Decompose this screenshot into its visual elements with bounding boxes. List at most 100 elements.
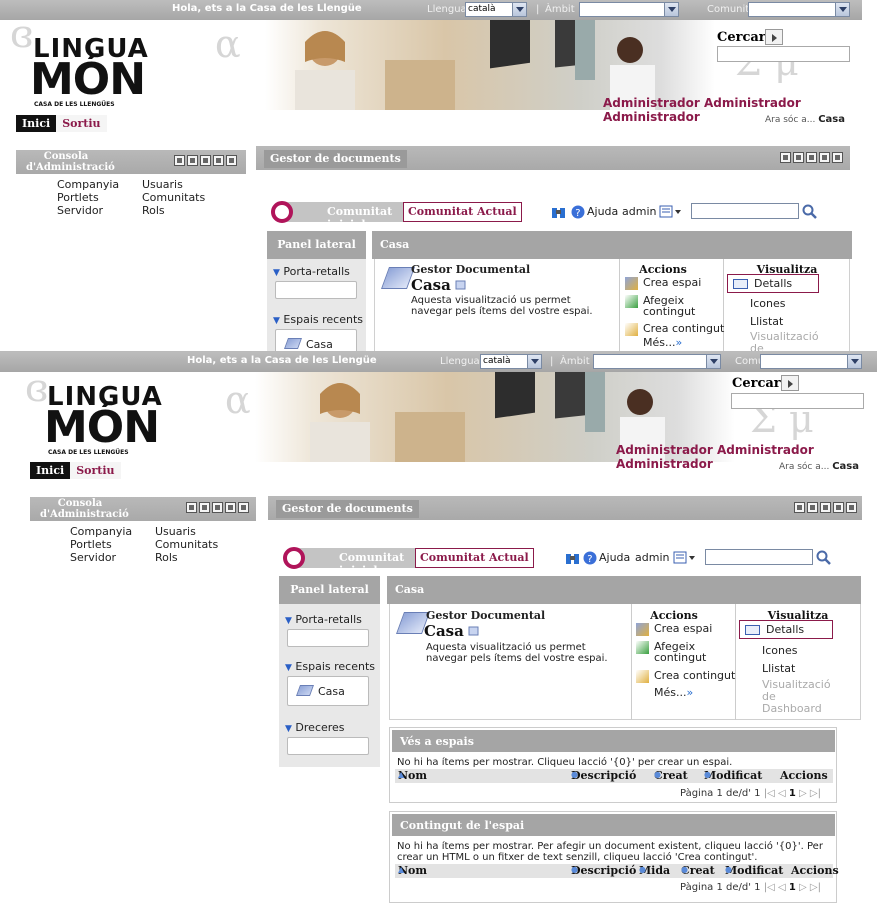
binoculars-icon[interactable] (551, 204, 567, 220)
action-add-content[interactable]: Afegeix contingut (625, 295, 709, 317)
view-list[interactable]: Llistat (750, 315, 783, 328)
view-details[interactable]: Detalls (739, 620, 833, 639)
recent-space-item[interactable]: Casa (287, 676, 369, 706)
shortcuts-section[interactable]: ▼ Dreceres (285, 721, 345, 734)
view-options-icon[interactable] (659, 204, 683, 220)
tab-logout[interactable]: Sortiu (56, 115, 107, 132)
portlet-config-icon[interactable] (780, 152, 791, 163)
tab-logout[interactable]: Sortiu (70, 462, 121, 479)
community-select[interactable] (760, 354, 862, 369)
binoculars-icon[interactable] (565, 550, 581, 566)
action-create-space[interactable]: Crea espai (636, 623, 712, 636)
portlet-close-icon[interactable] (226, 155, 237, 166)
portlet-maximize-icon[interactable] (225, 502, 236, 513)
tab-home[interactable]: Inici (16, 115, 57, 132)
recent-space-item[interactable]: Casa (275, 329, 357, 352)
portlet-minimize-icon[interactable] (200, 155, 211, 166)
shortcuts-box (287, 737, 369, 755)
prev-page-icon[interactable]: ◁ (778, 788, 786, 799)
search-input[interactable] (731, 393, 864, 409)
details-view-icon (733, 279, 748, 289)
language-select[interactable]: català (465, 2, 527, 17)
next-page-icon[interactable]: ▷ (799, 882, 807, 893)
community-start[interactable]: Comunitat inicial (299, 548, 417, 577)
admin-link-company[interactable]: Companyia (57, 178, 119, 191)
admin-link-roles[interactable]: Rols (155, 551, 178, 564)
admin-link-communities[interactable]: Comunitats (155, 538, 218, 551)
scope-select[interactable] (579, 2, 679, 17)
next-page-icon[interactable]: ▷ (799, 788, 807, 799)
clipboard-section[interactable]: ▼ Porta-retalls (273, 265, 350, 278)
admin-link-server[interactable]: Servidor (57, 204, 103, 217)
admin-link-company[interactable]: Companyia (70, 525, 132, 538)
community-current[interactable]: Comunitat Actual (403, 202, 522, 222)
search-icon[interactable] (816, 550, 832, 566)
portlet-maximize-icon[interactable] (819, 152, 830, 163)
action-create-space[interactable]: Crea espai (625, 277, 701, 290)
language-select[interactable]: català (480, 354, 542, 369)
tab-home[interactable]: Inici (30, 462, 71, 479)
view-icons[interactable]: Icones (750, 297, 786, 310)
portlet-minimize-icon[interactable] (806, 152, 817, 163)
view-details[interactable]: Detalls (727, 274, 819, 293)
action-create-content[interactable]: Crea contingut (636, 670, 735, 683)
action-more[interactable]: Més...» (643, 337, 682, 348)
portlet-down-icon[interactable] (793, 152, 804, 163)
recent-section[interactable]: ▼ Espais recents (273, 313, 363, 326)
portlet-config-icon[interactable] (794, 502, 805, 513)
search-label: Cercar (717, 30, 766, 45)
last-page-icon[interactable]: ▷| (810, 788, 821, 799)
community-current[interactable]: Comunitat Actual (415, 548, 534, 568)
create-space-icon (636, 623, 649, 636)
search-go-button[interactable] (765, 29, 783, 45)
admin-link-portlets[interactable]: Portlets (57, 191, 99, 204)
portlet-down-icon[interactable] (199, 502, 210, 513)
current-user: admin (635, 551, 670, 564)
portlet-minimize-icon[interactable] (212, 502, 223, 513)
action-add-content[interactable]: Afegeix contingut (636, 641, 720, 663)
portlet-close-icon[interactable] (846, 502, 857, 513)
first-page-icon[interactable]: |◁ (764, 788, 775, 799)
action-create-content[interactable]: Crea contingut (625, 323, 724, 336)
portlet-close-icon[interactable] (832, 152, 843, 163)
view-options-icon[interactable] (673, 550, 697, 566)
admin-link-roles[interactable]: Rols (142, 204, 165, 217)
portlet-config-icon[interactable] (174, 155, 185, 166)
search-input[interactable] (717, 46, 850, 62)
view-list[interactable]: Llistat (762, 662, 795, 675)
view-icons[interactable]: Icones (762, 644, 798, 657)
portlet-config-icon[interactable] (186, 502, 197, 513)
doc-toolbar: Comunitat inicial Comunitat Actual ? Aju… (267, 201, 847, 231)
help-icon[interactable]: ? (583, 550, 599, 566)
last-page-icon[interactable]: ▷| (810, 882, 821, 893)
portlet-maximize-icon[interactable] (213, 155, 224, 166)
help-link[interactable]: Ajuda (587, 205, 618, 218)
scope-select[interactable] (593, 354, 721, 369)
help-link[interactable]: Ajuda (599, 551, 630, 564)
space-details-icon[interactable] (455, 279, 467, 291)
admin-link-users[interactable]: Usuaris (155, 525, 196, 538)
portlet-maximize-icon[interactable] (833, 502, 844, 513)
portlet-close-icon[interactable] (238, 502, 249, 513)
admin-link-communities[interactable]: Comunitats (142, 191, 205, 204)
search-icon[interactable] (802, 204, 818, 220)
first-page-icon[interactable]: |◁ (764, 882, 775, 893)
portlet-down-icon[interactable] (807, 502, 818, 513)
action-more[interactable]: Més...» (654, 687, 693, 698)
help-icon[interactable]: ? (571, 204, 587, 220)
portlet-minimize-icon[interactable] (820, 502, 831, 513)
clipboard-section[interactable]: ▼ Porta-retalls (285, 613, 362, 626)
recent-section[interactable]: ▼ Espais recents (285, 660, 375, 673)
space-details-icon[interactable] (468, 625, 480, 637)
doc-search-input[interactable] (705, 549, 813, 565)
community-select[interactable] (748, 2, 850, 17)
community-start[interactable]: Comunitat inicial (287, 202, 405, 231)
admin-link-portlets[interactable]: Portlets (70, 538, 112, 551)
admin-link-users[interactable]: Usuaris (142, 178, 183, 191)
search-go-button[interactable] (781, 375, 799, 391)
prev-page-icon[interactable]: ◁ (778, 882, 786, 893)
admin-link-server[interactable]: Servidor (70, 551, 116, 564)
portlet-down-icon[interactable] (187, 155, 198, 166)
main-header: Casa (372, 231, 852, 259)
doc-search-input[interactable] (691, 203, 799, 219)
